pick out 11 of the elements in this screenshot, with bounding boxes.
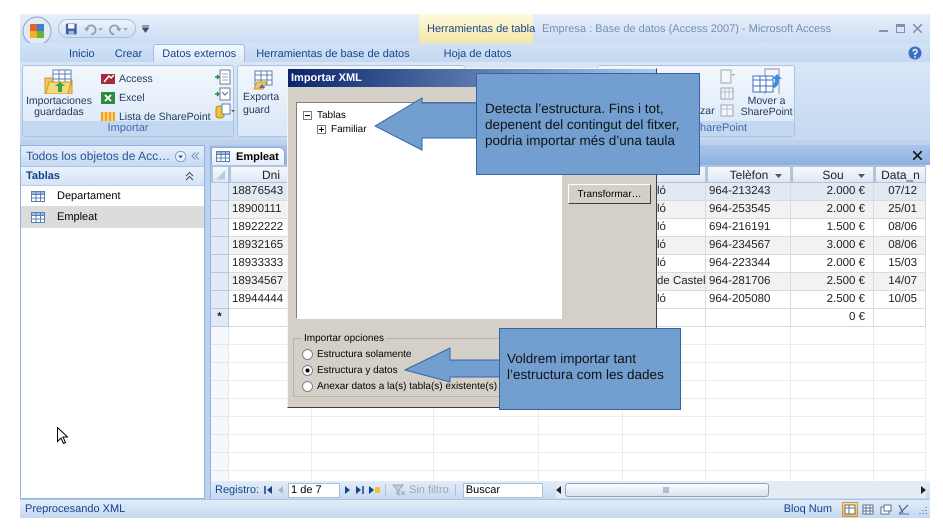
callout-tooltip: Voldrem importar tant l’estructura com les dades <box>499 328 681 410</box>
record-label: Registro: <box>215 484 260 496</box>
status-text: Preprocesando XML <box>25 503 126 515</box>
new-record-marker: * <box>211 309 229 327</box>
group-title: Tablas <box>26 170 60 182</box>
contextual-tab-header: Herramientas de tabla <box>419 14 533 43</box>
group-label: Importar opciones <box>303 333 386 344</box>
num-lock-indicator: Bloq Num <box>784 503 832 515</box>
callout-tooltip: Detecta l’estructura. Fins i tot, depenent del contingut del fitxer, podria importar més d’una taula <box>476 73 700 175</box>
group-label: Importar <box>23 121 233 136</box>
window-title: Empresa : Base de datos (Access 2007) - Microsoft Access <box>542 22 832 34</box>
